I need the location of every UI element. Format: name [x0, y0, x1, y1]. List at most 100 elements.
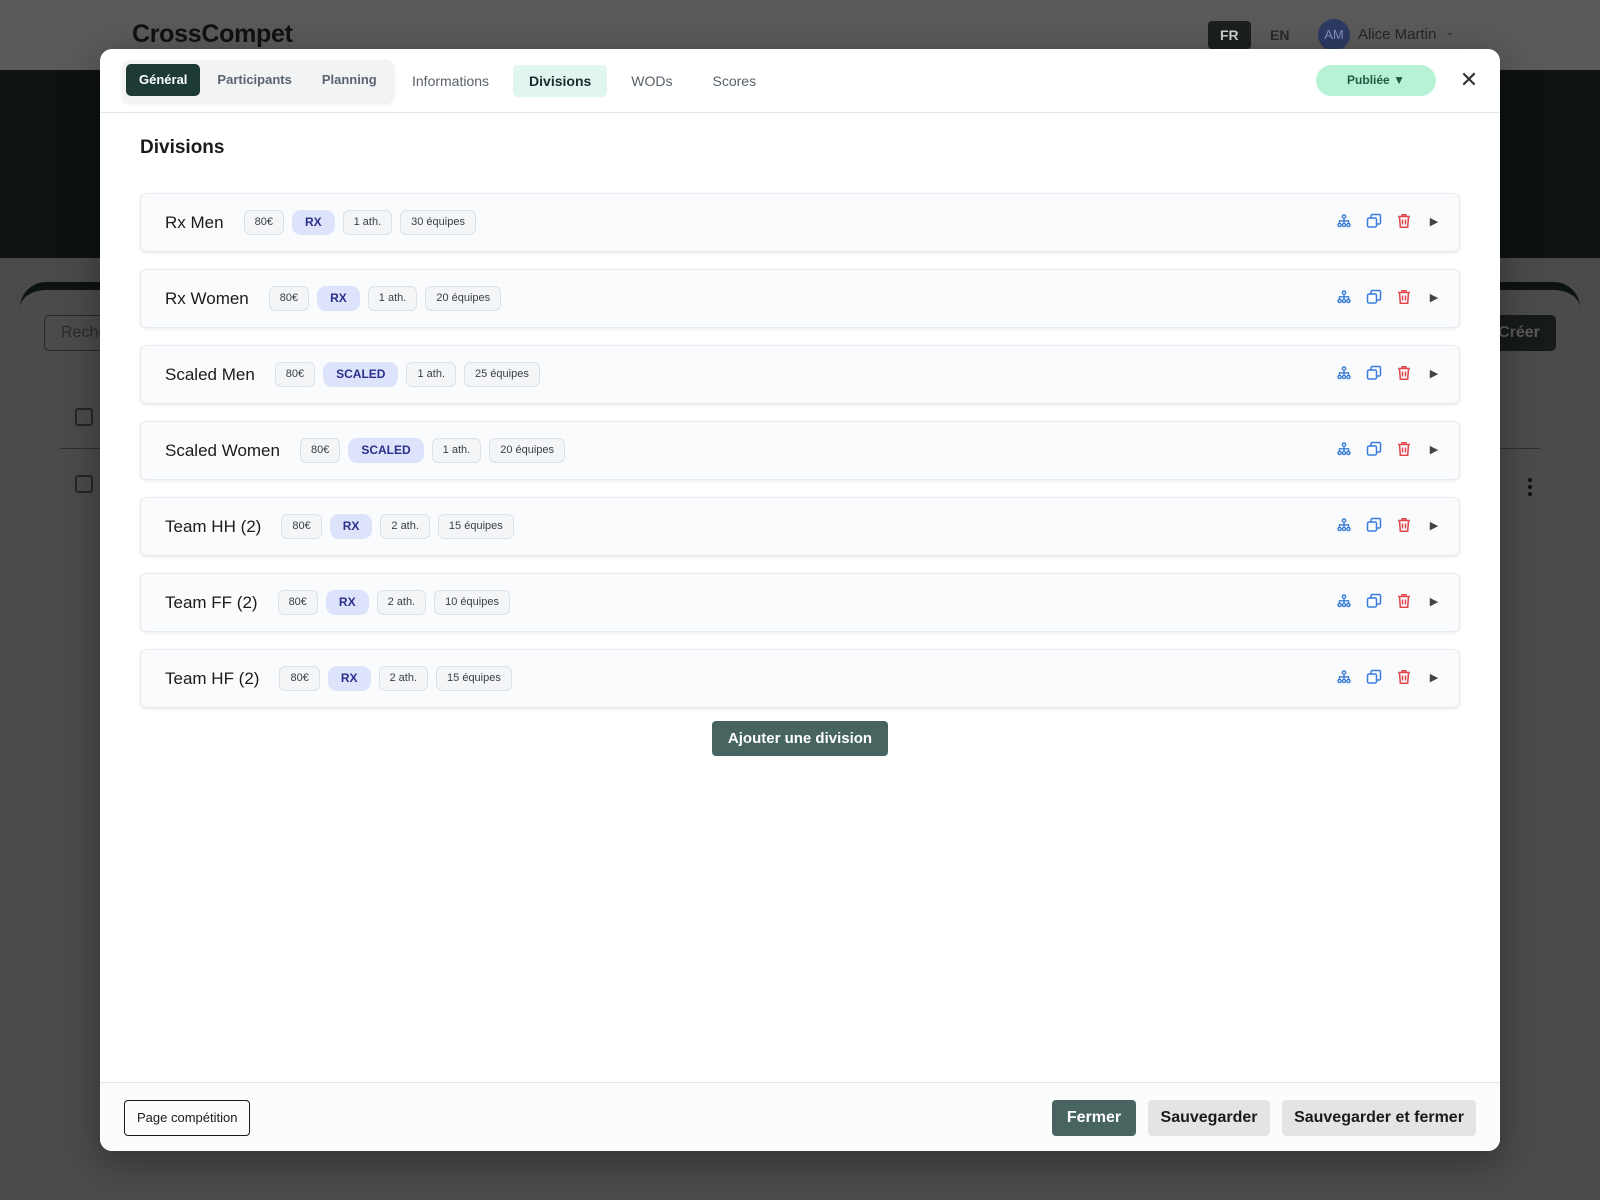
copy-icon[interactable]: [1365, 440, 1383, 458]
teams-badge: 25 équipes: [464, 362, 540, 387]
price-badge: 80€: [281, 514, 322, 539]
level-badge: RX: [325, 590, 369, 615]
level-badge: SCALED: [348, 438, 424, 463]
sitemap-icon[interactable]: [1335, 440, 1353, 458]
division-card[interactable]: Scaled Men 80€ SCALED 1 ath. 25 équipes …: [140, 345, 1460, 404]
competition-page-button[interactable]: Page compétition: [124, 1100, 251, 1136]
copy-icon[interactable]: [1365, 364, 1383, 382]
teams-badge: 10 équipes: [434, 590, 510, 615]
trash-icon[interactable]: [1395, 212, 1413, 230]
division-name: Rx Men: [165, 212, 224, 232]
app-logo: CrossCompet: [132, 20, 293, 48]
section-title: Divisions: [140, 137, 225, 158]
copy-icon[interactable]: [1365, 288, 1383, 306]
tab-informations[interactable]: Informations: [396, 65, 505, 97]
level-badge: SCALED: [323, 362, 399, 387]
lang-fr-button[interactable]: FR: [1208, 21, 1251, 49]
division-card[interactable]: Scaled Women 80€ SCALED 1 ath. 20 équipe…: [140, 421, 1460, 480]
play-right-icon[interactable]: ▶: [1425, 288, 1443, 306]
division-actions: ▶: [1335, 212, 1443, 230]
division-actions: ▶: [1335, 440, 1443, 458]
user-name[interactable]: Alice Martin: [1358, 26, 1436, 43]
athletes-badge: 2 ath.: [378, 666, 429, 691]
athletes-badge: 1 ath.: [406, 362, 457, 387]
segment-participants[interactable]: Participants: [204, 64, 304, 96]
tab-divisions[interactable]: Divisions: [513, 65, 608, 97]
copy-icon[interactable]: [1365, 516, 1383, 534]
division-card[interactable]: Rx Men 80€ RX 1 ath. 30 équipes ▶: [140, 193, 1460, 252]
division-list: Rx Men 80€ RX 1 ath. 30 équipes ▶ Rx Wom…: [140, 193, 1460, 725]
close-icon[interactable]: ✕: [1456, 67, 1482, 93]
level-badge: RX: [291, 210, 335, 235]
trash-icon[interactable]: [1395, 592, 1413, 610]
play-right-icon[interactable]: ▶: [1425, 440, 1443, 458]
sitemap-icon[interactable]: [1335, 592, 1353, 610]
trash-icon[interactable]: [1395, 668, 1413, 686]
division-card[interactable]: Rx Women 80€ RX 1 ath. 20 équipes ▶: [140, 269, 1460, 328]
teams-badge: 20 équipes: [489, 438, 566, 463]
play-right-icon[interactable]: ▶: [1425, 212, 1443, 230]
select-all-checkbox[interactable]: [75, 408, 93, 426]
tab-scores[interactable]: Scores: [697, 65, 773, 97]
price-badge: 80€: [299, 438, 341, 463]
copy-icon[interactable]: [1365, 212, 1383, 230]
teams-badge: 20 équipes: [425, 286, 502, 311]
segment-general[interactable]: Général: [126, 64, 201, 96]
division-name: Team FF (2): [165, 592, 258, 612]
athletes-badge: 2 ath.: [376, 590, 427, 615]
athletes-badge: 1 ath.: [342, 210, 393, 235]
division-card[interactable]: Team HF (2) 80€ RX 2 ath. 15 équipes ▶: [140, 649, 1460, 708]
close-button[interactable]: Fermer: [1052, 1100, 1136, 1136]
save-and-close-button[interactable]: Sauvegarder et fermer: [1282, 1100, 1476, 1136]
price-badge: 80€: [268, 286, 310, 311]
segment-planning[interactable]: Planning: [309, 64, 390, 96]
play-right-icon[interactable]: ▶: [1425, 516, 1443, 534]
status-dropdown[interactable]: Publiée ▼: [1316, 65, 1436, 96]
sitemap-icon[interactable]: [1335, 668, 1353, 686]
trash-icon[interactable]: [1395, 516, 1413, 534]
trash-icon[interactable]: [1395, 288, 1413, 306]
division-actions: ▶: [1335, 364, 1443, 382]
athletes-badge: 1 ath.: [431, 438, 482, 463]
lang-en-button[interactable]: EN: [1258, 21, 1301, 49]
division-actions: ▶: [1335, 288, 1443, 306]
sitemap-icon[interactable]: [1335, 288, 1353, 306]
chevron-down-icon[interactable]: ⌄: [1446, 27, 1454, 38]
teams-badge: 30 équipes: [400, 210, 476, 235]
copy-icon[interactable]: [1365, 592, 1383, 610]
division-card[interactable]: Team FF (2) 80€ RX 2 ath. 10 équipes ▶: [140, 573, 1460, 632]
sitemap-icon[interactable]: [1335, 364, 1353, 382]
tab-wods[interactable]: WODs: [615, 65, 688, 97]
save-button[interactable]: Sauvegarder: [1148, 1100, 1270, 1136]
division-name: Rx Women: [165, 288, 249, 308]
status-label: Publiée: [1347, 73, 1390, 87]
division-actions: ▶: [1335, 516, 1443, 534]
row-checkbox[interactable]: [75, 475, 93, 493]
trash-icon[interactable]: [1395, 364, 1413, 382]
athletes-badge: 1 ath.: [367, 286, 418, 311]
sitemap-icon[interactable]: [1335, 516, 1353, 534]
modal-footer: Page compétition Fermer Sauvegarder Sauv…: [100, 1082, 1500, 1151]
trash-icon[interactable]: [1395, 440, 1413, 458]
division-name: Team HH (2): [165, 516, 262, 536]
tab-bar: Informations Divisions WODs Scores: [396, 65, 772, 97]
copy-icon[interactable]: [1365, 668, 1383, 686]
add-division-button[interactable]: Ajouter une division: [712, 721, 888, 756]
more-vertical-icon[interactable]: [1528, 478, 1532, 499]
price-badge: 80€: [274, 362, 316, 387]
play-right-icon[interactable]: ▶: [1425, 364, 1443, 382]
sitemap-icon[interactable]: [1335, 212, 1353, 230]
level-badge: RX: [329, 514, 373, 539]
athletes-badge: 2 ath.: [380, 514, 430, 539]
teams-badge: 15 équipes: [436, 666, 512, 691]
modal-header: Général Participants Planning Informatio…: [100, 49, 1500, 113]
division-actions: ▶: [1335, 668, 1443, 686]
play-right-icon[interactable]: ▶: [1425, 668, 1443, 686]
price-badge: 80€: [243, 210, 284, 235]
price-badge: 80€: [279, 666, 320, 691]
division-name: Scaled Men: [165, 364, 255, 384]
play-right-icon[interactable]: ▶: [1425, 592, 1443, 610]
division-card[interactable]: Team HH (2) 80€ RX 2 ath. 15 équipes ▶: [140, 497, 1460, 556]
avatar[interactable]: AM: [1318, 19, 1350, 51]
competition-modal: Général Participants Planning Informatio…: [100, 49, 1500, 1151]
